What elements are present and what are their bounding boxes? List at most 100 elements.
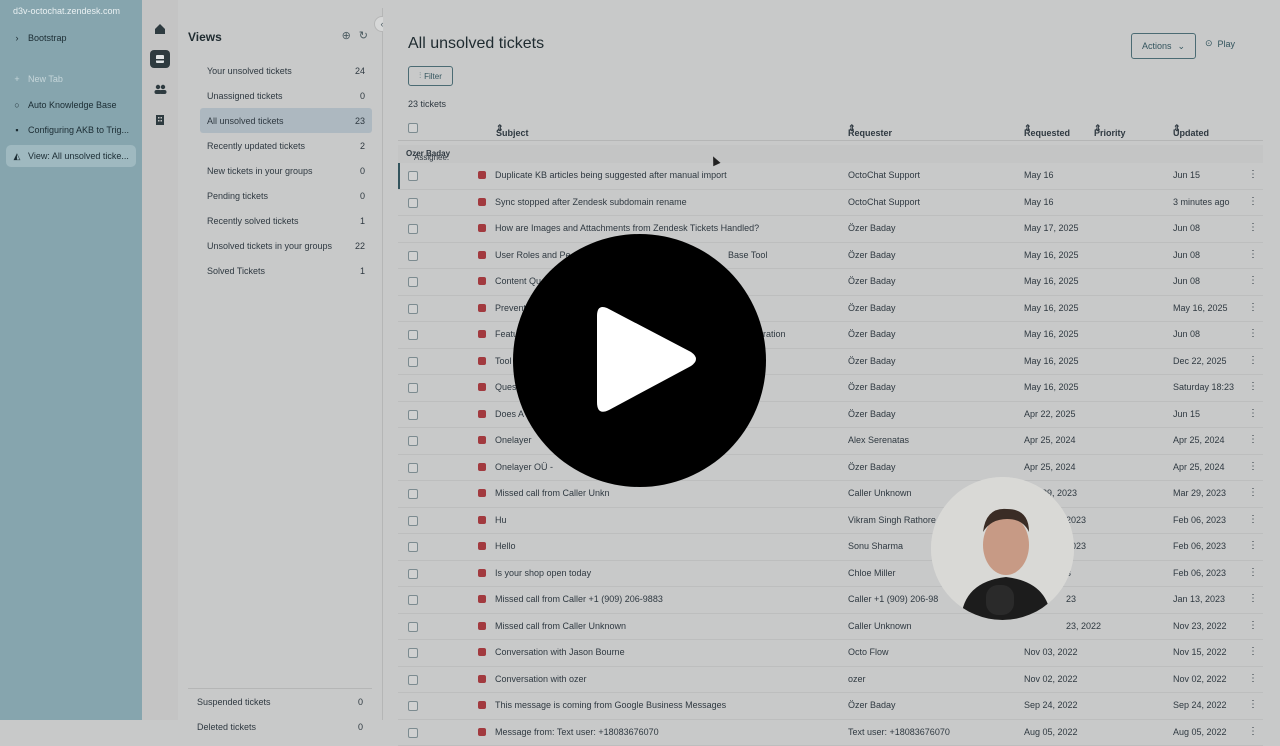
row-checkbox[interactable]: [408, 436, 418, 446]
row-checkbox[interactable]: [408, 198, 418, 208]
more-options-icon[interactable]: ⋮: [1248, 646, 1258, 657]
row-checkbox[interactable]: [408, 383, 418, 393]
ticket-subject[interactable]: Missed call from Caller Unkn: [495, 488, 610, 498]
view-item-active[interactable]: All unsolved tickets23: [200, 108, 372, 133]
ticket-subject[interactable]: Message from: Text user: +18083676070: [495, 727, 659, 737]
row-checkbox[interactable]: [408, 489, 418, 499]
url-bar[interactable]: d3v-octochat.zendesk.com: [13, 6, 120, 16]
ticket-subject[interactable]: Sync stopped after Zendesk subdomain ren…: [495, 197, 687, 207]
row-checkbox[interactable]: [408, 648, 418, 658]
more-options-icon[interactable]: ⋮: [1248, 726, 1258, 737]
row-checkbox[interactable]: [408, 728, 418, 738]
home-icon[interactable]: [150, 20, 170, 38]
column-priority[interactable]: Priority ⇕: [1094, 123, 1102, 134]
view-item[interactable]: Recently updated tickets2: [200, 133, 372, 158]
view-item[interactable]: Pending tickets0: [200, 183, 372, 208]
view-item[interactable]: New tickets in your groups0: [200, 158, 372, 183]
ticket-subject[interactable]: Onelayer: [495, 435, 532, 445]
table-row[interactable]: Content QuÖzer BadayMay 16, 2025Jun 08⋮: [398, 269, 1263, 296]
actions-button[interactable]: Actions⌄: [1131, 33, 1196, 59]
table-row[interactable]: Missed call from Caller +1 (909) 206-988…: [398, 587, 1263, 614]
row-checkbox[interactable]: [408, 357, 418, 367]
more-options-icon[interactable]: ⋮: [1248, 169, 1258, 180]
play-button[interactable]: ⊙Play: [1205, 38, 1235, 49]
row-checkbox[interactable]: [408, 675, 418, 685]
more-options-icon[interactable]: ⋮: [1248, 408, 1258, 419]
refresh-icon[interactable]: ↻: [359, 29, 368, 42]
more-options-icon[interactable]: ⋮: [1248, 461, 1258, 472]
more-options-icon[interactable]: ⋮: [1248, 487, 1258, 498]
ticket-subject[interactable]: Tool: [495, 356, 512, 366]
view-item[interactable]: Unsolved tickets in your groups22: [200, 233, 372, 258]
browser-tab-bootstrap[interactable]: › Bootstrap: [6, 27, 136, 49]
view-item[interactable]: Unassigned tickets0: [200, 83, 372, 108]
ticket-subject[interactable]: Ques: [495, 382, 517, 392]
row-checkbox[interactable]: [408, 171, 418, 181]
column-subject[interactable]: Subject ⇕: [496, 123, 504, 134]
ticket-subject[interactable]: Missed call from Caller Unknown: [495, 621, 626, 631]
organizations-icon[interactable]: [150, 110, 170, 128]
filter-button[interactable]: ⫶Filter: [408, 66, 453, 86]
ticket-subject[interactable]: Prevent: [495, 303, 526, 313]
table-row[interactable]: User Roles and PeBase ToolÖzer BadayMay …: [398, 243, 1263, 270]
table-row[interactable]: Missed call from Caller UnknownCaller Un…: [398, 614, 1263, 641]
add-view-icon[interactable]: ⊕: [342, 29, 351, 42]
more-options-icon[interactable]: ⋮: [1248, 514, 1258, 525]
table-row[interactable]: Conversation with ozerozerNov 02, 2022No…: [398, 667, 1263, 694]
row-checkbox[interactable]: [408, 330, 418, 340]
ticket-subject[interactable]: Content Qu: [495, 276, 541, 286]
table-row[interactable]: How are Images and Attachments from Zend…: [398, 216, 1263, 243]
view-item[interactable]: Your unsolved tickets24: [200, 58, 372, 83]
column-requester[interactable]: Requester ⇕: [848, 123, 856, 134]
row-checkbox[interactable]: [408, 304, 418, 314]
more-options-icon[interactable]: ⋮: [1248, 249, 1258, 260]
row-checkbox[interactable]: [408, 701, 418, 711]
row-checkbox[interactable]: [408, 463, 418, 473]
ticket-subject[interactable]: Is your shop open today: [495, 568, 591, 578]
more-options-icon[interactable]: ⋮: [1248, 567, 1258, 578]
ticket-subject[interactable]: Conversation with ozer: [495, 674, 587, 684]
table-row[interactable]: Missed call from Caller UnknCaller Unkno…: [398, 481, 1263, 508]
browser-tab-view[interactable]: ◭ View: All unsolved ticke...: [6, 145, 136, 167]
view-item[interactable]: Recently solved tickets1: [200, 208, 372, 233]
browser-tab-new[interactable]: + New Tab: [6, 68, 136, 90]
row-checkbox[interactable]: [408, 595, 418, 605]
row-checkbox[interactable]: [408, 410, 418, 420]
ticket-subject[interactable]: Conversation with Jason Bourne: [495, 647, 625, 657]
ticket-subject[interactable]: Does A: [495, 409, 524, 419]
more-options-icon[interactable]: ⋮: [1248, 222, 1258, 233]
ticket-subject[interactable]: How are Images and Attachments from Zend…: [495, 223, 759, 233]
ticket-subject[interactable]: Hu: [495, 515, 507, 525]
browser-tab-akb[interactable]: ○ Auto Knowledge Base: [6, 94, 136, 116]
row-checkbox[interactable]: [408, 622, 418, 632]
deleted-tickets[interactable]: Deleted tickets0: [188, 714, 372, 739]
select-all-checkbox[interactable]: [408, 123, 418, 133]
more-options-icon[interactable]: ⋮: [1248, 328, 1258, 339]
row-checkbox[interactable]: [408, 224, 418, 234]
ticket-subject[interactable]: Duplicate KB articles being suggested af…: [495, 170, 727, 180]
customers-icon[interactable]: [150, 80, 170, 98]
table-row[interactable]: Message from: Text user: +18083676070Tex…: [398, 720, 1263, 746]
table-row[interactable]: HuVikram Singh Rathore (V2023Feb 06, 202…: [398, 508, 1263, 535]
video-play-overlay[interactable]: [513, 234, 766, 487]
suspended-tickets[interactable]: Suspended tickets0: [188, 689, 372, 714]
table-row[interactable]: Onelayer OÜ -Özer BadayApr 25, 2024Apr 2…: [398, 455, 1263, 482]
ticket-subject[interactable]: Missed call from Caller +1 (909) 206-988…: [495, 594, 663, 604]
browser-tab-configuring[interactable]: ▪ Configuring AKB to Trig...: [6, 119, 136, 141]
more-options-icon[interactable]: ⋮: [1248, 593, 1258, 604]
more-options-icon[interactable]: ⋮: [1248, 196, 1258, 207]
more-options-icon[interactable]: ⋮: [1248, 620, 1258, 631]
more-options-icon[interactable]: ⋮: [1248, 434, 1258, 445]
row-checkbox[interactable]: [408, 277, 418, 287]
column-updated[interactable]: Updated ⇕: [1173, 123, 1181, 134]
table-row[interactable]: Sync stopped after Zendesk subdomain ren…: [398, 190, 1263, 217]
row-checkbox[interactable]: [408, 569, 418, 579]
more-options-icon[interactable]: ⋮: [1248, 540, 1258, 551]
ticket-subject[interactable]: This message is coming from Google Busin…: [495, 700, 726, 710]
ticket-subject[interactable]: Onelayer OÜ -: [495, 462, 553, 472]
table-row[interactable]: Is your shop open todayChloe Miller3Feb …: [398, 561, 1263, 588]
row-checkbox[interactable]: [408, 251, 418, 261]
more-options-icon[interactable]: ⋮: [1248, 355, 1258, 366]
more-options-icon[interactable]: ⋮: [1248, 275, 1258, 286]
table-row[interactable]: OnelayerAlex SerenatasApr 25, 2024Apr 25…: [398, 428, 1263, 455]
